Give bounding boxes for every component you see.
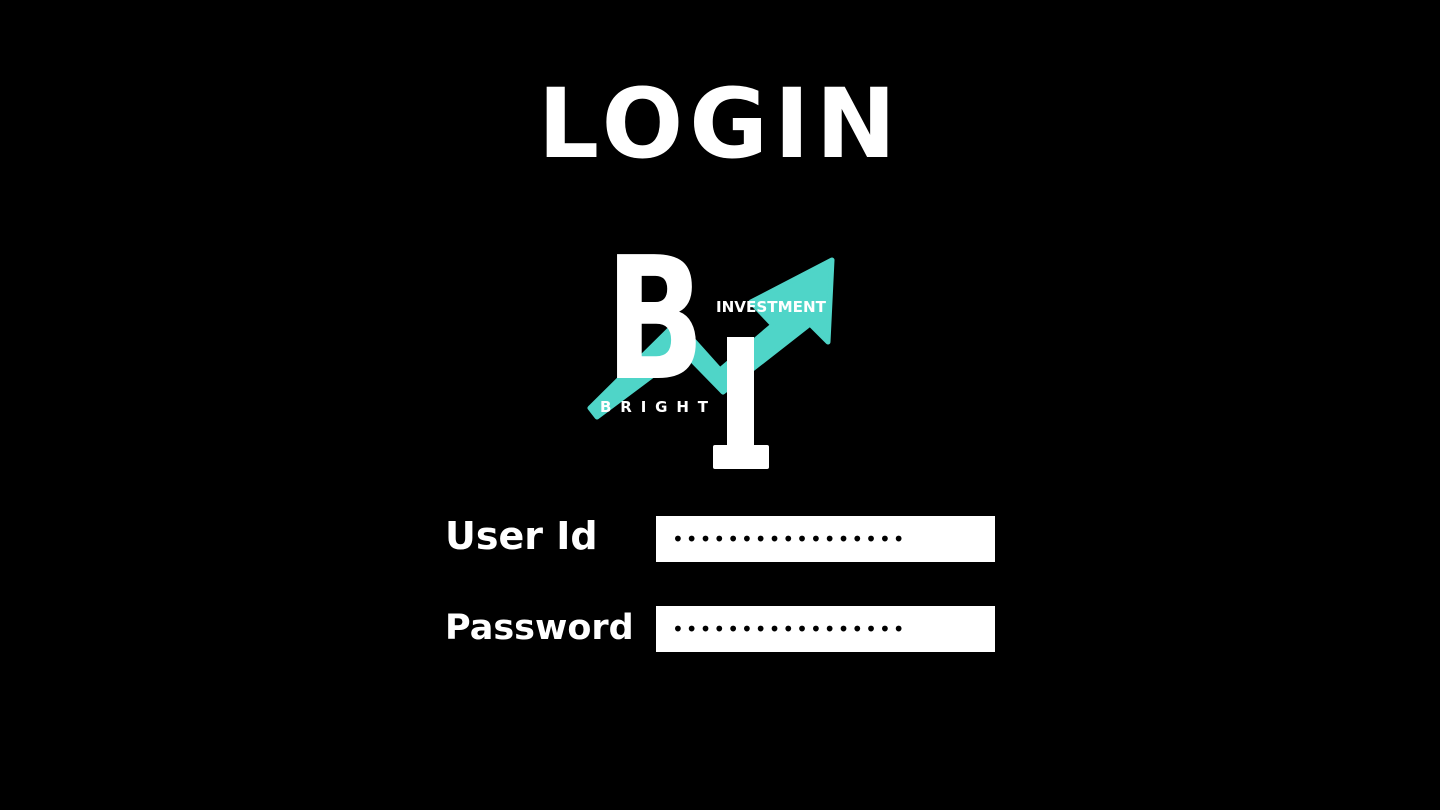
- user-id-input[interactable]: [656, 516, 995, 562]
- page-title: LOGIN: [537, 68, 903, 180]
- logo-letter-b: B: [605, 240, 705, 419]
- logo-word-investment: INVESTMENT: [716, 298, 827, 316]
- password-input[interactable]: [656, 606, 995, 652]
- logo-letter-i-base: [713, 445, 769, 469]
- password-label: Password: [445, 608, 634, 648]
- user-id-label: User Id: [445, 514, 598, 558]
- logo-letter-i-stem: [727, 337, 754, 447]
- login-page: LOGIN B INVESTMENT BRIGHT User Id Passwo…: [0, 0, 1440, 810]
- bright-investment-logo: B INVESTMENT BRIGHT: [587, 240, 835, 469]
